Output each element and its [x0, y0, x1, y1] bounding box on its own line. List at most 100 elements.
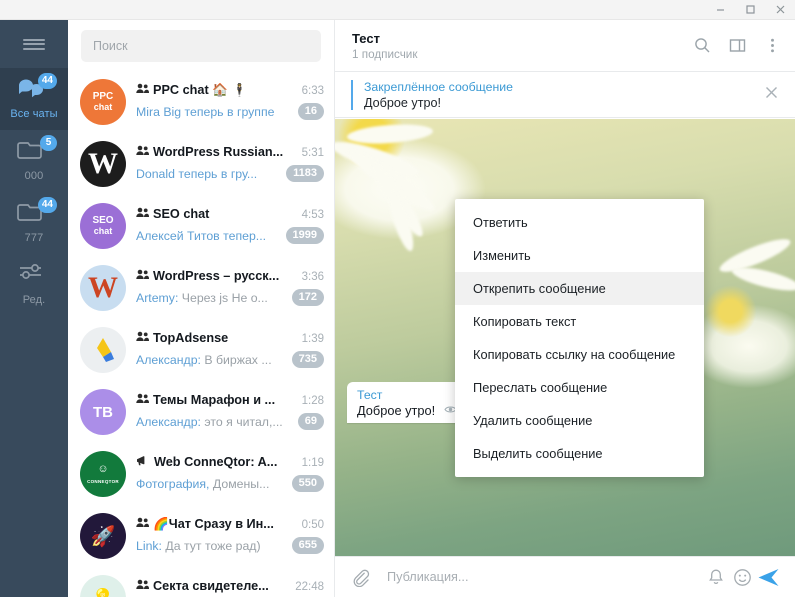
- chat-item-unread-badge: 1999: [285, 227, 324, 244]
- search-icon[interactable]: [691, 35, 713, 57]
- chat-item-top-row: Темы Марафон и ... 1:28: [136, 391, 324, 409]
- pinned-message-body: Доброе утро!: [364, 95, 441, 110]
- chat-item-preview: Donald теперь в гру...: [136, 167, 280, 181]
- folder-label: 777: [24, 232, 44, 244]
- chat-list-item[interactable]: 💡 Секта свидетеле... 22:48: [68, 568, 334, 597]
- paperclip-icon[interactable]: [347, 568, 373, 587]
- folder-item-3[interactable]: Ред.: [0, 254, 68, 316]
- send-icon[interactable]: [755, 567, 781, 588]
- folder-unread-badge: 5: [40, 135, 57, 151]
- folder-label: 000: [24, 170, 44, 182]
- chat-item-content: Web ConneQtor: A... 1:19 Фотография, Домен…: [126, 451, 324, 492]
- folder-unread-badge: 44: [37, 73, 57, 89]
- context-menu-item-0[interactable]: Ответить: [455, 206, 704, 239]
- chat-item-bottom-row: Mira Big теперь в группе 16: [136, 103, 324, 120]
- settings-sliders-icon: [17, 262, 51, 290]
- message-context-menu[interactable]: Ответить Изменить Открепить сообщение Копир…: [455, 199, 704, 477]
- chat-list-item[interactable]: PPC chat PPC chat 🏠 🕴 6:33 Mira Big теперь в…: [68, 72, 334, 134]
- chat-item-time: 1:39: [301, 333, 324, 345]
- chat-item-sender: Artemy:: [136, 290, 179, 305]
- avatar: W: [80, 141, 126, 187]
- group-icon: [136, 143, 149, 161]
- chat-item-bottom-row: Александр: это я читал,... 69: [136, 413, 324, 430]
- hamburger-menu-icon[interactable]: [0, 20, 68, 68]
- search-input[interactable]: Поиск: [81, 30, 321, 62]
- chat-item-content: WordPress – русск... 3:36 Artemy: Через js…: [126, 265, 324, 306]
- chat-list-item[interactable]: W WordPress – русск... 3:36 Artemy: Через j…: [68, 258, 334, 320]
- chat-item-bottom-row: Donald теперь в гру... 1183: [136, 165, 324, 182]
- folder-unread-badge: 44: [37, 197, 57, 213]
- chat-item-time: 3:36: [301, 271, 324, 283]
- chat-item-top-row: 🌈Чат Сразу в Ин... 0:50: [136, 515, 324, 533]
- chat-item-name: Секта свидетеле...: [153, 579, 269, 593]
- chat-item-top-row: SEO chat 4:53: [136, 205, 324, 223]
- context-menu-item-1[interactable]: Изменить: [455, 239, 704, 272]
- chat-item-bottom-row: Фотография, Домены... 550: [136, 475, 324, 492]
- window-close-button[interactable]: [765, 0, 795, 20]
- chat-item-top-row: TopAdsense 1:39: [136, 329, 324, 347]
- chat-list-item[interactable]: TopAdsense 1:39 Александр: В биржах ... 735: [68, 320, 334, 382]
- chat-item-sender: Александр:: [136, 414, 201, 429]
- chat-item-top-row: Секта свидетеле... 22:48: [136, 577, 324, 595]
- context-menu-item-4[interactable]: Копировать ссылку на сообщение: [455, 338, 704, 371]
- chat-item-content: SEO chat 4:53 Алексей Титов тепер... 1999: [126, 203, 324, 244]
- folder-item-2[interactable]: 44 777: [0, 192, 68, 254]
- bell-icon[interactable]: [703, 568, 729, 586]
- avatar: ☺ CONNEQTOR: [80, 451, 126, 497]
- window-maximize-button[interactable]: [735, 0, 765, 20]
- chat-item-name: WordPress – русск...: [153, 269, 280, 283]
- chat-item-preview: Artemy: Через js Не о...: [136, 290, 268, 305]
- chat-item-name: PPC chat 🏠 🕴: [153, 83, 248, 97]
- close-icon[interactable]: [760, 85, 783, 105]
- chat-item-content: TopAdsense 1:39 Александр: В биржах ... 735: [126, 327, 324, 368]
- avatar: W: [80, 265, 126, 311]
- chat-list-column: Поиск PPC chat PPC chat 🏠 🕴 6:33 Mira Big те…: [68, 20, 335, 597]
- window-minimize-button[interactable]: [705, 0, 735, 20]
- chat-list-item[interactable]: W WordPress Russian... 5:31 Donald теперь в…: [68, 134, 334, 196]
- avatar: 💡: [80, 575, 126, 597]
- context-menu-item-2[interactable]: Открепить сообщение: [455, 272, 704, 305]
- chat-list-item[interactable]: SEO chat SEO chat 4:53 Алексей Титов тепер..…: [68, 196, 334, 258]
- folder-label: Все чаты: [10, 108, 58, 120]
- chat-item-preview: Александр: В биржах ...: [136, 352, 272, 367]
- chat-item-name: SEO chat: [153, 207, 210, 221]
- message-input[interactable]: Публикация...: [373, 570, 703, 584]
- folders-rail: 44 Все чаты 5 000 44 777 Ред.: [0, 20, 68, 597]
- chat-item-name: 🌈Чат Сразу в Ин...: [153, 517, 274, 531]
- folder-icon: 44: [17, 197, 57, 228]
- avatar: 🚀: [80, 513, 126, 559]
- context-menu-item-3[interactable]: Копировать текст: [455, 305, 704, 338]
- chat-item-sender: Александр:: [136, 352, 201, 367]
- more-vertical-icon[interactable]: [761, 35, 783, 57]
- group-icon: [136, 267, 149, 285]
- chat-item-top-row: WordPress – русск... 3:36: [136, 267, 324, 285]
- flower-petal: [346, 122, 434, 146]
- context-menu-item-6[interactable]: Удалить сообщение: [455, 404, 704, 437]
- chat-item-time: 22:48: [295, 581, 324, 593]
- conversation-subtitle: 1 подписчик: [352, 47, 418, 61]
- chat-item-bottom-row: Artemy: Через js Не о... 172: [136, 289, 324, 306]
- context-menu-item-5[interactable]: Переслать сообщение: [455, 371, 704, 404]
- chat-item-bottom-row: Александр: В биржах ... 735: [136, 351, 324, 368]
- chat-list-item[interactable]: ☺ CONNEQTOR Web ConneQtor: A... 1:19 Фотогра…: [68, 444, 334, 506]
- chat-item-time: 6:33: [301, 85, 324, 97]
- chat-list-item[interactable]: ТВ Темы Марафон и ... 1:28 Александр: это я…: [68, 382, 334, 444]
- chat-item-top-row: PPC chat 🏠 🕴 6:33: [136, 81, 324, 99]
- context-menu-item-7[interactable]: Выделить сообщение: [455, 437, 704, 470]
- panel-toggle-icon[interactable]: [726, 35, 748, 57]
- pinned-message-title: Закреплённое сообщение: [364, 79, 513, 94]
- chat-item-time: 4:53: [301, 209, 324, 221]
- folder-item-1[interactable]: 5 000: [0, 130, 68, 192]
- chat-item-name: WordPress Russian...: [153, 145, 284, 159]
- chat-list-item[interactable]: 🚀 🌈Чат Сразу в Ин... 0:50 Link: Да тут тоже…: [68, 506, 334, 568]
- folder-label: Ред.: [22, 294, 46, 306]
- chat-item-content: Секта свидетеле... 22:48: [126, 575, 324, 597]
- smiley-icon[interactable]: [729, 568, 755, 587]
- chat-item-sender: Фотография,: [136, 476, 210, 491]
- pinned-message-bar[interactable]: Закреплённое сообщение Доброе утро!: [335, 72, 795, 118]
- chat-item-preview-text: Donald теперь в гру...: [136, 166, 258, 181]
- folder-item-0[interactable]: 44 Все чаты: [0, 68, 68, 130]
- chat-list[interactable]: PPC chat PPC chat 🏠 🕴 6:33 Mira Big теперь в…: [68, 72, 334, 597]
- group-icon: [136, 81, 149, 99]
- chat-item-unread-badge: 69: [297, 413, 324, 430]
